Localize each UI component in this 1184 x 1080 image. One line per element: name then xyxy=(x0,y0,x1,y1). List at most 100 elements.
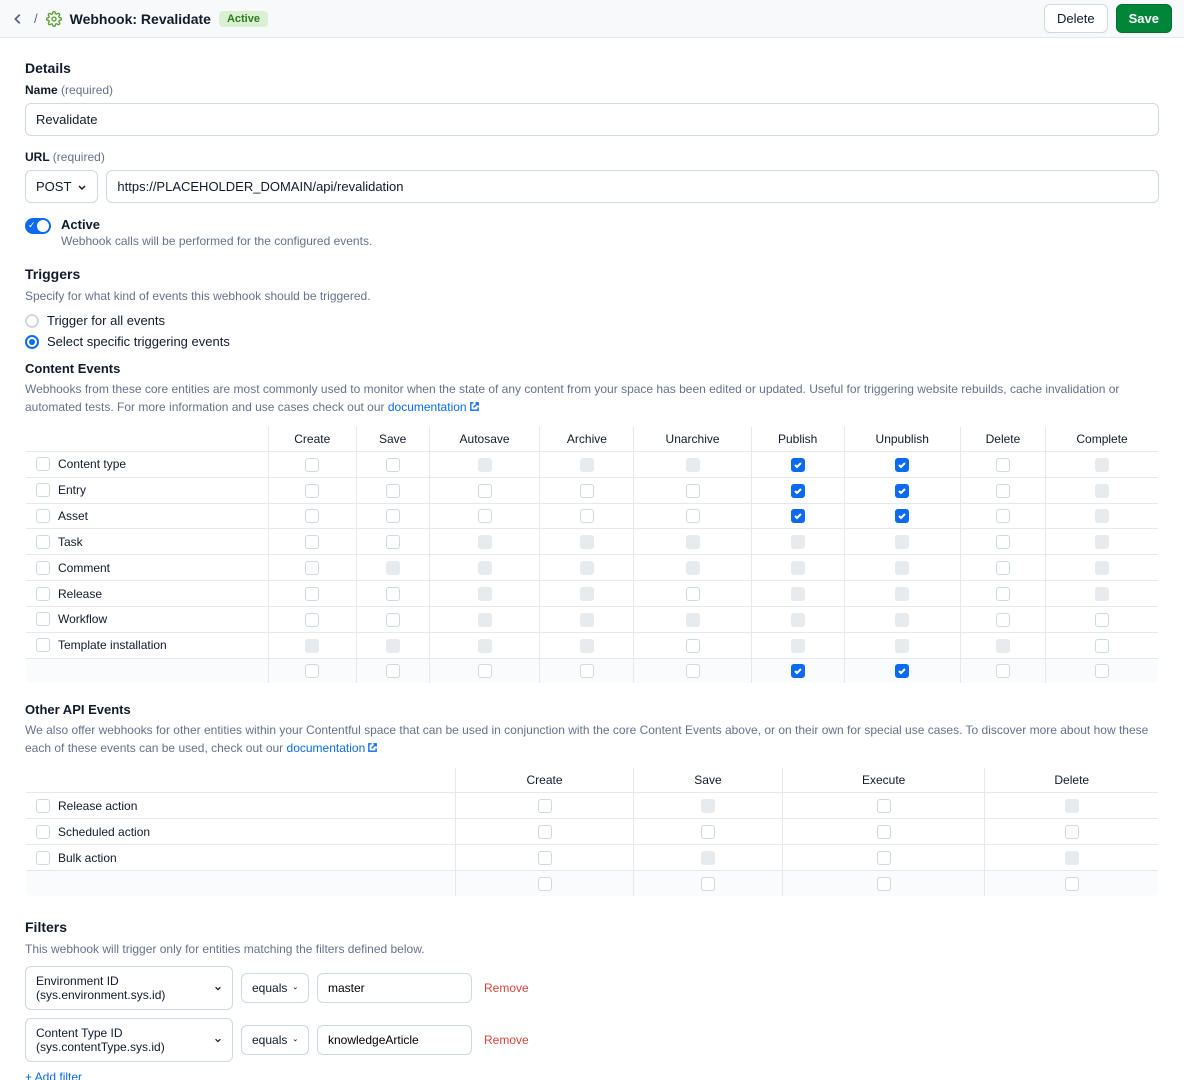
checkbox[interactable] xyxy=(996,535,1010,549)
checkbox[interactable] xyxy=(996,613,1010,627)
save-button[interactable]: Save xyxy=(1116,4,1172,33)
checkbox[interactable] xyxy=(538,799,552,813)
checkbox[interactable] xyxy=(305,613,319,627)
filter-remove-link[interactable]: Remove xyxy=(484,1033,529,1047)
url-label: URL xyxy=(25,150,49,164)
checkbox[interactable] xyxy=(686,587,700,601)
checkbox[interactable] xyxy=(386,587,400,601)
checkbox[interactable] xyxy=(36,509,50,523)
checkbox[interactable] xyxy=(877,877,891,891)
filter-field-select[interactable]: Content Type ID (sys.contentType.sys.id) xyxy=(25,1018,233,1062)
checkbox[interactable] xyxy=(1095,639,1109,653)
filter-op-select[interactable]: equals xyxy=(241,973,309,1003)
checkbox[interactable] xyxy=(996,561,1010,575)
checkbox[interactable] xyxy=(580,509,594,523)
checkbox[interactable] xyxy=(386,664,400,678)
checkbox[interactable] xyxy=(386,613,400,627)
back-arrow-icon[interactable] xyxy=(10,11,26,27)
filter-op-select[interactable]: equals xyxy=(241,1025,309,1055)
checkbox[interactable] xyxy=(386,535,400,549)
add-filter-link[interactable]: + Add filter xyxy=(25,1070,1159,1080)
checkbox[interactable] xyxy=(36,587,50,601)
checkbox[interactable] xyxy=(996,484,1010,498)
col-header: Delete xyxy=(960,427,1045,452)
delete-button[interactable]: Delete xyxy=(1044,4,1108,33)
checkbox xyxy=(895,535,909,549)
checkbox[interactable] xyxy=(996,587,1010,601)
checkbox[interactable] xyxy=(686,509,700,523)
filter-value-input[interactable] xyxy=(317,973,472,1003)
active-toggle[interactable]: ✓ xyxy=(25,218,51,234)
checkbox[interactable] xyxy=(538,825,552,839)
checkbox[interactable] xyxy=(478,484,492,498)
checkbox[interactable] xyxy=(478,509,492,523)
checkbox xyxy=(686,535,700,549)
checkbox[interactable] xyxy=(305,587,319,601)
trigger-all-row[interactable]: Trigger for all events xyxy=(25,313,1159,328)
checkbox[interactable] xyxy=(996,664,1010,678)
checkbox[interactable] xyxy=(305,458,319,472)
checkbox[interactable] xyxy=(36,825,50,839)
checkbox[interactable] xyxy=(877,825,891,839)
checkbox[interactable] xyxy=(305,535,319,549)
checkbox[interactable] xyxy=(1065,877,1079,891)
checkbox[interactable] xyxy=(36,535,50,549)
checkbox[interactable] xyxy=(1095,664,1109,678)
checkbox[interactable] xyxy=(386,509,400,523)
checkbox xyxy=(478,561,492,575)
checkbox[interactable] xyxy=(701,877,715,891)
filter-remove-link[interactable]: Remove xyxy=(484,981,529,995)
filter-value-input[interactable] xyxy=(317,1025,472,1055)
checkbox[interactable] xyxy=(895,509,909,523)
other-events-doc-link[interactable]: documentation xyxy=(287,741,379,755)
name-input[interactable] xyxy=(25,103,1159,136)
checkbox[interactable] xyxy=(305,664,319,678)
checkbox[interactable] xyxy=(36,851,50,865)
trigger-specific-row[interactable]: Select specific triggering events xyxy=(25,334,1159,349)
row-label: Template installation xyxy=(58,638,167,652)
checkbox xyxy=(386,561,400,575)
checkbox[interactable] xyxy=(895,484,909,498)
checkbox[interactable] xyxy=(877,851,891,865)
checkbox[interactable] xyxy=(895,664,909,678)
checkbox[interactable] xyxy=(36,483,50,497)
checkbox[interactable] xyxy=(36,612,50,626)
checkbox[interactable] xyxy=(386,458,400,472)
checkbox[interactable] xyxy=(686,664,700,678)
checkbox[interactable] xyxy=(686,484,700,498)
checkbox[interactable] xyxy=(1095,613,1109,627)
checkbox[interactable] xyxy=(36,799,50,813)
checkbox[interactable] xyxy=(36,561,50,575)
method-select[interactable]: POST xyxy=(25,170,98,203)
checkbox[interactable] xyxy=(538,877,552,891)
checkbox xyxy=(791,587,805,601)
checkbox[interactable] xyxy=(996,458,1010,472)
checkbox[interactable] xyxy=(791,484,805,498)
radio-specific[interactable] xyxy=(25,335,39,349)
checkbox[interactable] xyxy=(580,484,594,498)
url-input[interactable] xyxy=(106,170,1159,203)
checkbox[interactable] xyxy=(386,484,400,498)
checkbox[interactable] xyxy=(1065,825,1079,839)
checkbox[interactable] xyxy=(305,509,319,523)
checkbox[interactable] xyxy=(791,458,805,472)
checkbox[interactable] xyxy=(36,638,50,652)
checkbox[interactable] xyxy=(580,664,594,678)
content-events-doc-link[interactable]: documentation xyxy=(388,400,480,414)
checkbox[interactable] xyxy=(996,509,1010,523)
checkbox[interactable] xyxy=(791,509,805,523)
checkbox[interactable] xyxy=(478,664,492,678)
checkbox[interactable] xyxy=(305,484,319,498)
checkbox[interactable] xyxy=(538,851,552,865)
checkbox xyxy=(580,561,594,575)
radio-all[interactable] xyxy=(25,314,39,328)
checkbox[interactable] xyxy=(701,825,715,839)
filter-field-select[interactable]: Environment ID (sys.environment.sys.id) xyxy=(25,966,233,1010)
checkbox[interactable] xyxy=(877,799,891,813)
checkbox[interactable] xyxy=(305,561,319,575)
checkbox[interactable] xyxy=(36,457,50,471)
table-row: Asset xyxy=(26,503,1159,529)
checkbox[interactable] xyxy=(686,639,700,653)
checkbox[interactable] xyxy=(791,664,805,678)
checkbox[interactable] xyxy=(895,458,909,472)
